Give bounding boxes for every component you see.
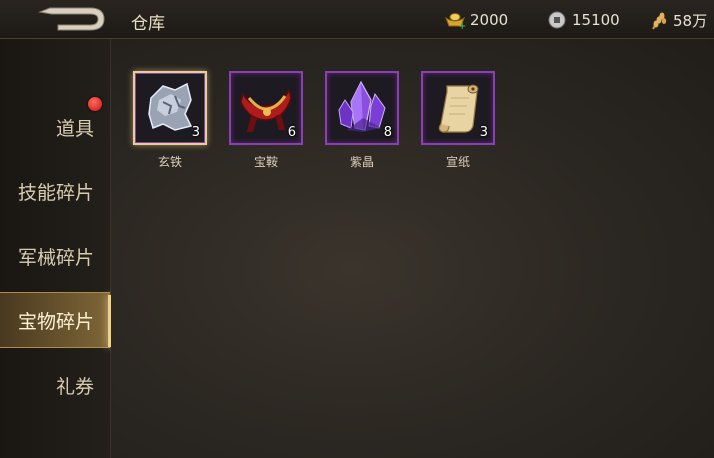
sidebar-item-skill-fragments[interactable]: 技能碎片 (0, 163, 110, 219)
sidebar-item-label: 技能碎片 (17, 181, 94, 204)
gold-ingot-counter: + 2000 (444, 10, 508, 30)
item-name: 玄铁 (157, 155, 182, 169)
top-bar: 仓库 + 2000 15100 58万 (0, 0, 714, 39)
inventory-grid: 3 玄铁 6 宝鞍 8 紫晶 3 宣纸 (111, 40, 714, 458)
sidebar-item-vouchers[interactable]: 礼券 (0, 357, 110, 413)
sidebar-item-label: 宝物碎片 (17, 310, 94, 333)
sidebar-item-label: 道具 (55, 117, 94, 140)
iron-ore-icon (148, 82, 193, 131)
inventory-item[interactable]: 8 紫晶 (323, 71, 401, 170)
item-slot[interactable]: 8 (325, 71, 399, 145)
page-title: 仓库 (131, 14, 165, 34)
item-slot[interactable]: 3 (133, 71, 207, 145)
inventory-item[interactable]: 6 宝鞍 (227, 71, 305, 170)
sidebar-item-label: 军械碎片 (17, 246, 94, 269)
item-slot[interactable]: 3 (421, 71, 495, 145)
gold-ingot-value: 2000 (470, 11, 509, 29)
item-name: 宝鞍 (253, 155, 278, 169)
paper-scroll-icon (438, 84, 479, 133)
svg-text:+: + (458, 21, 466, 30)
saddle-icon (240, 87, 292, 132)
coin-icon (548, 11, 566, 29)
grain-value: 58万 (673, 12, 708, 30)
sidebar-item-label: 礼券 (55, 375, 94, 398)
sidebar-item-armament-fragments[interactable]: 军械碎片 (0, 228, 110, 284)
purple-crystal-icon (338, 80, 386, 132)
grain-counter: 58万 (647, 10, 707, 31)
gold-ingot-icon: + (444, 13, 466, 30)
coin-counter: 15100 (546, 10, 620, 30)
item-quantity: 8 (383, 125, 392, 140)
coin-value: 15100 (572, 11, 620, 29)
grain-icon (652, 12, 667, 29)
item-quantity: 3 (191, 125, 200, 140)
back-arrow-icon[interactable] (36, 6, 108, 32)
inventory-item[interactable]: 3 宣纸 (419, 71, 497, 170)
inventory-item[interactable]: 3 玄铁 (131, 71, 209, 170)
item-quantity: 3 (479, 125, 488, 140)
notification-badge (88, 97, 102, 111)
item-quantity: 6 (287, 125, 296, 140)
sidebar-item-treasure-fragments[interactable]: 宝物碎片 (0, 292, 111, 348)
item-name: 紫晶 (349, 155, 374, 169)
item-name: 宣纸 (445, 155, 470, 169)
item-slot[interactable]: 6 (229, 71, 303, 145)
